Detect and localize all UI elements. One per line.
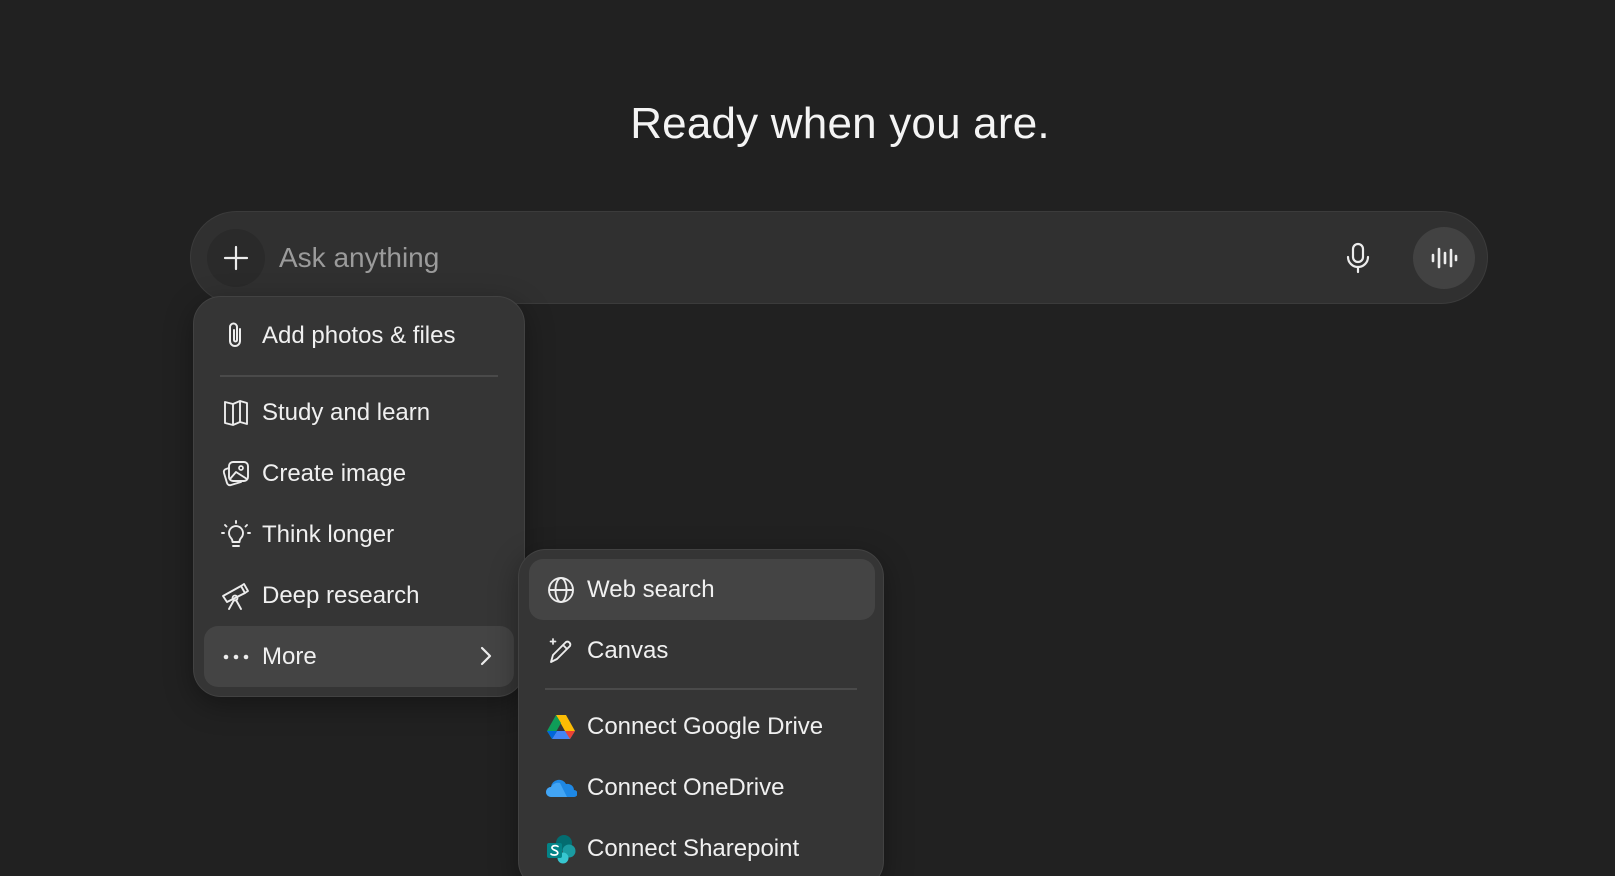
voice-mode-button[interactable] <box>1413 227 1475 289</box>
prompt-input[interactable] <box>279 232 1309 284</box>
plus-icon <box>223 245 249 271</box>
menu-item-add-photos-files[interactable]: Add photos & files <box>204 305 514 366</box>
submenu-item-label: Canvas <box>587 636 669 664</box>
telescope-icon <box>220 580 252 612</box>
image-icon <box>220 458 252 490</box>
more-submenu: Web search Canvas Connect Google Drive C… <box>518 549 884 876</box>
menu-item-label: Deep research <box>262 581 420 609</box>
sharepoint-icon <box>545 833 577 865</box>
menu-item-label: Add photos & files <box>262 321 456 349</box>
submenu-item-web-search[interactable]: Web search <box>529 559 875 620</box>
menu-divider <box>220 375 498 377</box>
microphone-icon <box>1346 242 1370 274</box>
book-icon <box>220 397 252 429</box>
submenu-divider <box>545 688 857 690</box>
chat-home: Ready when you are. Ask anything Add pho… <box>0 0 1615 876</box>
voice-mode-icon <box>1431 247 1458 269</box>
menu-item-label: Study and learn <box>262 398 431 426</box>
submenu-item-label: Connect OneDrive <box>587 773 785 801</box>
onedrive-icon <box>545 772 577 804</box>
page-title: Ready when you are. <box>630 99 1050 148</box>
lightbulb-icon <box>220 519 252 551</box>
submenu-item-onedrive[interactable]: Connect OneDrive <box>529 757 875 818</box>
menu-item-deep-research[interactable]: Deep research <box>204 565 514 626</box>
prompt-composer <box>190 211 1488 304</box>
attach-menu: Add photos & files Study and learn Creat… <box>193 296 525 697</box>
chevron-right-icon <box>480 646 492 666</box>
globe-icon <box>545 574 577 606</box>
menu-item-create-image[interactable]: Create image <box>204 443 514 504</box>
submenu-item-label: Connect Google Drive <box>587 712 824 740</box>
menu-item-study-learn[interactable]: Study and learn <box>204 382 514 443</box>
paperclip-icon <box>220 320 252 352</box>
submenu-item-sharepoint[interactable]: Connect Sharepoint <box>529 818 875 876</box>
add-attachment-button[interactable] <box>207 229 265 287</box>
menu-item-more[interactable]: More <box>204 626 514 687</box>
menu-item-label: Create image <box>262 459 407 487</box>
menu-item-label: Think longer <box>262 520 395 548</box>
menu-item-label: More <box>262 642 317 670</box>
submenu-item-canvas[interactable]: Canvas <box>529 620 875 681</box>
menu-item-think-longer[interactable]: Think longer <box>204 504 514 565</box>
ellipsis-icon <box>220 641 252 673</box>
canvas-pen-icon <box>545 635 577 667</box>
submenu-item-label: Web search <box>587 575 715 603</box>
dictate-button[interactable] <box>1336 236 1380 280</box>
submenu-item-google-drive[interactable]: Connect Google Drive <box>529 696 875 757</box>
google-drive-icon <box>545 711 577 743</box>
submenu-item-label: Connect Sharepoint <box>587 834 800 862</box>
